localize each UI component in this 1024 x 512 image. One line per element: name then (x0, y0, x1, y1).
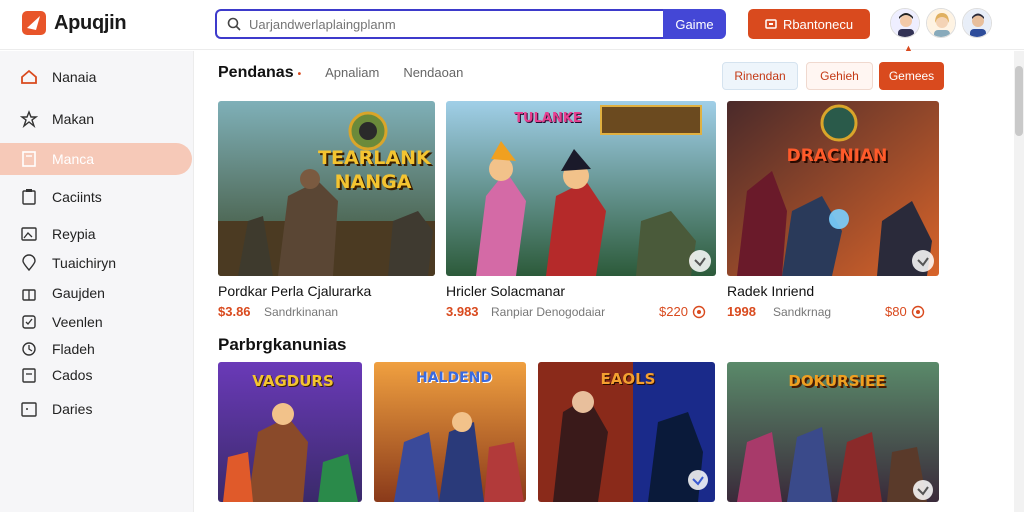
cover-art-text: EAOLS (600, 370, 656, 388)
filter-button-3[interactable]: Gemees (879, 62, 944, 90)
game-cover-image[interactable]: TEARLANK NANGA (218, 101, 435, 276)
logo-icon (22, 11, 46, 35)
sidebar-item-gamepad[interactable]: Cados (0, 359, 192, 391)
sidebar-item-label: Gaujden (52, 285, 105, 301)
top-bar: Apuqjin Gaime Rbantonecu ▲ (0, 0, 1024, 53)
sidebar-item-gift[interactable]: Gaujden (0, 277, 192, 309)
sidebar-item-label: Caciints (52, 189, 102, 205)
card-price: $3.86 (218, 304, 251, 319)
search-bar[interactable] (215, 9, 663, 39)
game-thumbnail[interactable]: DOKURSIEE (727, 362, 939, 502)
ticket-icon (765, 19, 777, 29)
filter-button-2[interactable]: Gehieh (806, 62, 873, 90)
cover-art-text: DOKURSIEE (788, 372, 886, 390)
sidebar: Nanaia Makan Manca Caciints Reypia Tuaic… (0, 51, 194, 512)
game-cover-image[interactable]: DRACNIAN (727, 101, 939, 276)
tab-second[interactable]: Apnaliam (325, 65, 379, 80)
user-avatars (890, 8, 992, 38)
card-price: 1998 (727, 304, 756, 319)
search-button[interactable]: Gaime (663, 9, 726, 39)
scrollbar-thumb[interactable] (1015, 66, 1023, 136)
gift-icon (20, 284, 38, 302)
game-thumbnail[interactable]: EAOLS (538, 362, 715, 502)
card-title[interactable]: Radek Inriend (727, 283, 814, 299)
cover-art-text: TULANKE (514, 111, 582, 126)
sidebar-item-label: Reypia (52, 226, 96, 242)
game-cover-image[interactable]: TULANKE (446, 101, 716, 276)
game-thumbnail[interactable]: HALDEND (374, 362, 526, 502)
filter-button-1[interactable]: Rinendan (722, 62, 798, 90)
sidebar-item-calendar[interactable]: Daries (0, 393, 192, 425)
calendar-icon (20, 400, 38, 418)
card-subtitle: Sandrkinanan (264, 305, 339, 319)
dropdown-dot-icon: • (297, 69, 302, 80)
card-title[interactable]: Hricler Solacmanar (446, 283, 565, 299)
sidebar-item-clipboard[interactable]: Caciints (0, 181, 192, 213)
tab-label: Pendanas (218, 64, 294, 81)
cover-art-text: HALDEND (416, 370, 492, 386)
book-icon (20, 150, 38, 168)
search-input[interactable] (249, 16, 649, 32)
sidebar-item-label: Cados (52, 367, 93, 383)
cover-art-text: DRACNIAN (786, 146, 888, 166)
card-subtitle: Ranpiar Denogodaiar (491, 305, 606, 319)
sidebar-item-label: Daries (52, 401, 93, 417)
app-logo[interactable]: Apuqjin (20, 9, 127, 37)
sidebar-item-image[interactable]: Reypia (0, 218, 192, 250)
sidebar-item-star[interactable]: Makan (0, 103, 192, 135)
sidebar-item-home[interactable]: Nanaia (0, 61, 192, 93)
upgrade-button[interactable]: Rbantonecu (748, 9, 870, 39)
app-name: Apuqjin (54, 11, 127, 34)
coin-icon (911, 305, 924, 318)
price-value: $220 (659, 304, 688, 319)
card-price: 3.983 (446, 304, 479, 319)
caret-up-icon: ▲ (904, 43, 913, 53)
sidebar-item-label: Fladeh (52, 341, 95, 357)
search-icon (227, 17, 241, 31)
upgrade-label: Rbantonecu (782, 16, 854, 32)
tab-bar: Pendanas • Apnaliam Nendaoan (218, 64, 463, 82)
tab-third[interactable]: Nendaoan (403, 65, 463, 80)
card-subtitle: Sandkrnag (773, 305, 832, 319)
sidebar-item-label: Makan (52, 111, 95, 127)
history-icon (20, 340, 38, 358)
cover-art-text: VAGDURS (252, 372, 334, 390)
gamepad-icon (20, 366, 38, 384)
location-icon (20, 254, 38, 272)
star-icon (20, 110, 38, 128)
sidebar-item-location[interactable]: Tuaichiryn (0, 247, 192, 279)
home-icon (20, 68, 38, 86)
card-price-right: $220 (659, 304, 706, 319)
tab-active[interactable]: Pendanas • (218, 64, 301, 82)
sidebar-item-label: Nanaia (52, 69, 97, 85)
game-thumbnail[interactable]: VAGDURS (218, 362, 362, 502)
section-title: Parbrgkanunias (218, 335, 347, 354)
card-title[interactable]: Pordkar Perla Cjalurarka (218, 283, 371, 299)
avatar[interactable] (890, 8, 920, 38)
clipboard-icon (20, 188, 38, 206)
card-price-right: $80 (885, 304, 925, 319)
sidebar-item-label: Manca (52, 151, 95, 167)
tag-icon (20, 313, 38, 331)
avatar[interactable] (962, 8, 992, 38)
avatar[interactable] (926, 8, 956, 38)
cover-art-text: TEARLANK NANGA (318, 147, 431, 193)
sidebar-item-label: Tuaichiryn (52, 255, 117, 271)
coin-icon (692, 305, 706, 318)
image-icon (20, 225, 38, 243)
price-value: $80 (885, 304, 907, 319)
sidebar-item-label: Veenlen (52, 314, 103, 330)
sidebar-item-active[interactable]: Manca (0, 143, 192, 175)
